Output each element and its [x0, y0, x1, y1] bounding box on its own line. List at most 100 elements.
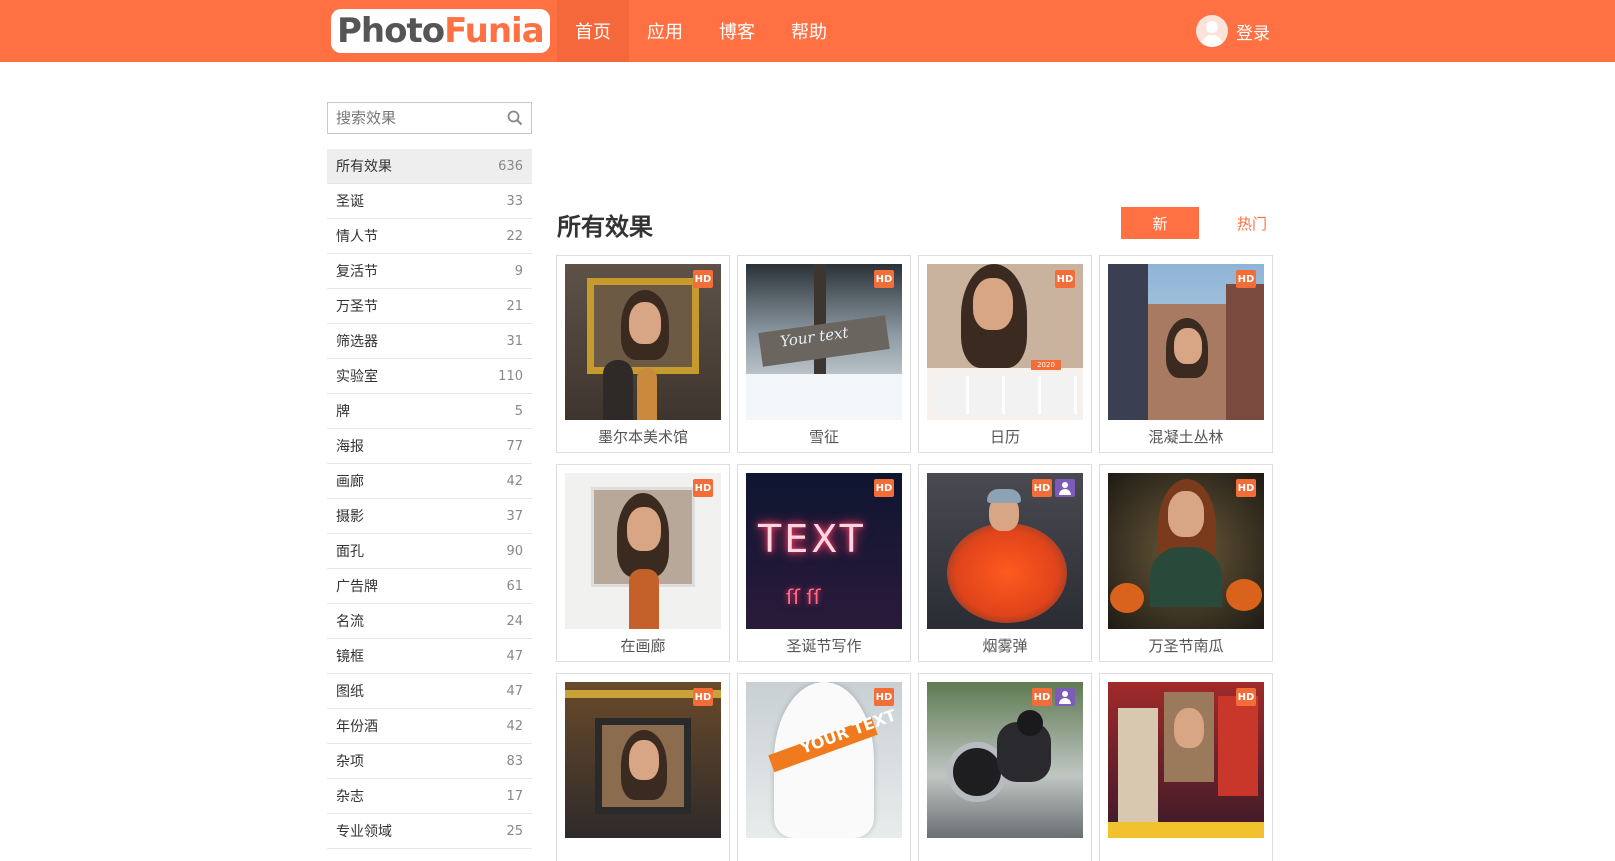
- nav-apps[interactable]: 应用: [629, 0, 701, 62]
- category-label: 镜框: [336, 649, 364, 665]
- effect-badges: HD: [693, 688, 713, 706]
- category-item[interactable]: 名流 24: [327, 604, 532, 639]
- category-item[interactable]: 面孔 90: [327, 534, 532, 569]
- effect-thumbnail[interactable]: HD: [1108, 264, 1264, 420]
- effect-thumbnail[interactable]: HD: [565, 264, 721, 420]
- login-button[interactable]: 登录: [1196, 15, 1270, 47]
- logo-text-photo: Photo: [337, 11, 445, 51]
- category-item[interactable]: 牌5: [327, 394, 532, 429]
- category-item[interactable]: 专业领域 25: [327, 814, 532, 849]
- category-count: 42: [506, 473, 523, 489]
- category-count: 77: [506, 438, 523, 454]
- category-item[interactable]: 年份酒 42: [327, 709, 532, 744]
- effect-thumbnail[interactable]: TEXT ſſ ſſ HD: [746, 473, 902, 629]
- effect-card[interactable]: HD 在画廊: [556, 464, 730, 662]
- category-count: 83: [506, 753, 523, 769]
- effect-thumbnail[interactable]: 2020 HD: [927, 264, 1083, 420]
- category-item[interactable]: 画廊 42: [327, 464, 532, 499]
- effect-card[interactable]: TEXT ſſ ſſ HD 圣诞节写作: [737, 464, 911, 662]
- category-count: 37: [506, 508, 523, 524]
- effect-thumbnail[interactable]: HD: [1108, 682, 1264, 838]
- search-box: [327, 102, 532, 134]
- effect-label: 墨尔本美术馆: [597, 428, 688, 446]
- effect-thumbnail[interactable]: HD: [927, 682, 1083, 838]
- category-label: 画廊: [336, 474, 364, 490]
- category-item[interactable]: 实验室 110: [327, 359, 532, 394]
- category-count: 33: [506, 193, 523, 209]
- category-label: 圣诞: [336, 194, 364, 210]
- category-list: 所有效果 636 圣诞 33 情人节 22 复活节 9 万圣节 21 筛选器 31 实验室 110 牌 5 海报…: [327, 149, 532, 849]
- effect-label: 混凝土丛林: [1148, 428, 1224, 446]
- nav-help[interactable]: 帮助: [773, 0, 845, 62]
- hd-badge: HD: [693, 270, 713, 288]
- effect-card[interactable]: HD: [1099, 673, 1273, 861]
- category-item[interactable]: 图纸 47: [327, 674, 532, 709]
- category-item[interactable]: 复活节 9: [327, 254, 532, 289]
- effect-badges: HD: [693, 479, 713, 497]
- effect-thumbnail[interactable]: YOUR TEXT HD: [746, 682, 902, 838]
- category-item[interactable]: 万圣节 21: [327, 289, 532, 324]
- category-item[interactable]: 所有效果 636: [327, 149, 532, 184]
- effect-badges: HD: [1032, 688, 1075, 706]
- effect-card[interactable]: HD 烟雾弹: [918, 464, 1092, 662]
- effect-card[interactable]: YOUR TEXT HD: [737, 673, 911, 861]
- category-count: 47: [506, 648, 523, 664]
- category-item[interactable]: 镜框 47: [327, 639, 532, 674]
- category-label: 筛选器: [336, 334, 378, 350]
- category-item[interactable]: 杂项 83: [327, 744, 532, 779]
- art-text: TEXT: [758, 517, 866, 561]
- category-count: 636: [498, 158, 523, 174]
- nav-blog[interactable]: 博客: [701, 0, 773, 62]
- art-text: 2020: [1031, 360, 1061, 370]
- category-count: 22: [506, 228, 523, 244]
- category-count: 25: [506, 823, 523, 839]
- category-item[interactable]: 杂志 17: [327, 779, 532, 814]
- category-label: 海报: [336, 439, 364, 455]
- effect-thumbnail[interactable]: HD: [1108, 473, 1264, 629]
- hd-badge: HD: [1032, 479, 1052, 497]
- photofunia-logo[interactable]: Photo Funia: [331, 9, 550, 53]
- category-label: 面孔: [336, 544, 364, 560]
- hd-badge: HD: [693, 688, 713, 706]
- category-label: 图纸: [336, 684, 364, 700]
- sort-new-button[interactable]: 新: [1121, 207, 1199, 239]
- page-title: 所有效果: [557, 213, 653, 241]
- sort-hot-button[interactable]: 热门: [1220, 207, 1284, 239]
- category-item[interactable]: 筛选器 31: [327, 324, 532, 359]
- effect-card[interactable]: HD: [556, 673, 730, 861]
- category-item[interactable]: 海报 77: [327, 429, 532, 464]
- search-icon[interactable]: [507, 110, 523, 126]
- hd-badge: HD: [874, 688, 894, 706]
- category-label: 牌: [336, 404, 350, 420]
- hd-badge: HD: [1055, 270, 1075, 288]
- logo-text-funia: Funia: [444, 11, 545, 51]
- category-label: 实验室: [336, 369, 378, 385]
- effect-badges: HD: [1236, 479, 1256, 497]
- search-input[interactable]: [328, 103, 503, 133]
- effect-card[interactable]: Your text HD 雪征: [737, 255, 911, 453]
- effect-card[interactable]: HD 墨尔本美术馆: [556, 255, 730, 453]
- effect-label: 万圣节南瓜: [1148, 637, 1224, 655]
- effect-thumbnail[interactable]: HD: [927, 473, 1083, 629]
- effect-badges: HD: [874, 270, 894, 288]
- category-count: 110: [498, 368, 523, 384]
- effect-card[interactable]: HD: [918, 673, 1092, 861]
- category-label: 所有效果: [336, 159, 392, 175]
- effect-card[interactable]: HD 混凝土丛林: [1099, 255, 1273, 453]
- effect-thumbnail[interactable]: HD: [565, 473, 721, 629]
- effect-thumbnail[interactable]: Your text HD: [746, 264, 902, 420]
- effect-label: [1100, 840, 1272, 861]
- effect-label: 烟雾弹: [982, 637, 1028, 655]
- category-count: 47: [506, 683, 523, 699]
- category-item[interactable]: 圣诞 33: [327, 184, 532, 219]
- nav-home[interactable]: 首页: [557, 0, 629, 62]
- effect-card[interactable]: 2020 HD 日历: [918, 255, 1092, 453]
- category-item[interactable]: 广告牌 61: [327, 569, 532, 604]
- effect-card[interactable]: HD 万圣节南瓜: [1099, 464, 1273, 662]
- effect-label: [919, 840, 1091, 861]
- category-item[interactable]: 情人节 22: [327, 219, 532, 254]
- category-item[interactable]: 摄影 37: [327, 499, 532, 534]
- effect-thumbnail[interactable]: HD: [565, 682, 721, 838]
- category-count: 24: [506, 613, 523, 629]
- hd-badge: HD: [693, 479, 713, 497]
